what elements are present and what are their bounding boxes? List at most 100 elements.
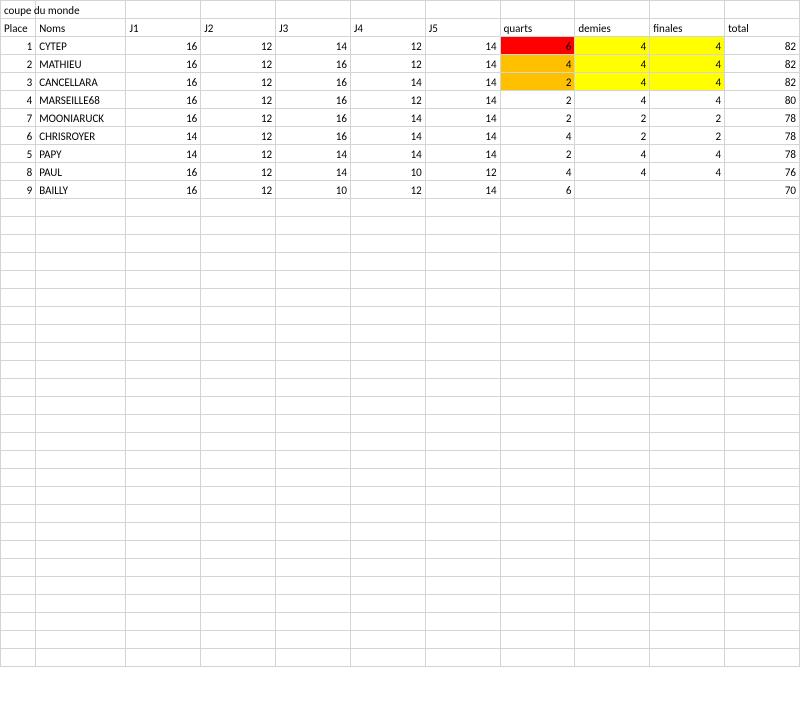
empty-cell[interactable] bbox=[36, 289, 126, 307]
cell-j1[interactable]: 16 bbox=[126, 109, 201, 127]
empty-cell[interactable] bbox=[126, 1, 201, 19]
empty-cell[interactable] bbox=[276, 235, 351, 253]
empty-cell[interactable] bbox=[276, 379, 351, 397]
empty-cell[interactable] bbox=[36, 577, 126, 595]
header-j2[interactable]: J2 bbox=[201, 19, 276, 37]
empty-cell[interactable] bbox=[36, 397, 126, 415]
cell-finales[interactable] bbox=[650, 181, 725, 199]
empty-cell[interactable] bbox=[1, 217, 36, 235]
empty-cell[interactable] bbox=[650, 235, 725, 253]
header-noms[interactable]: Noms bbox=[36, 19, 126, 37]
cell-j4[interactable]: 12 bbox=[350, 37, 425, 55]
cell-j3[interactable]: 16 bbox=[276, 127, 351, 145]
empty-cell[interactable] bbox=[1, 415, 36, 433]
cell-j2[interactable]: 12 bbox=[201, 127, 276, 145]
empty-cell[interactable] bbox=[36, 235, 126, 253]
cell-j3[interactable]: 16 bbox=[276, 91, 351, 109]
empty-cell[interactable] bbox=[1, 523, 36, 541]
cell-j4[interactable]: 14 bbox=[350, 109, 425, 127]
empty-cell[interactable] bbox=[276, 199, 351, 217]
cell-finales[interactable]: 4 bbox=[650, 145, 725, 163]
empty-cell[interactable] bbox=[500, 325, 575, 343]
empty-cell[interactable] bbox=[425, 631, 500, 649]
empty-cell[interactable] bbox=[425, 577, 500, 595]
cell-quarts[interactable]: 2 bbox=[500, 109, 575, 127]
empty-cell[interactable] bbox=[276, 451, 351, 469]
empty-cell[interactable] bbox=[425, 271, 500, 289]
empty-cell[interactable] bbox=[500, 1, 575, 19]
empty-cell[interactable] bbox=[425, 325, 500, 343]
empty-cell[interactable] bbox=[725, 343, 800, 361]
cell-j1[interactable]: 16 bbox=[126, 91, 201, 109]
empty-cell[interactable] bbox=[575, 577, 650, 595]
empty-cell[interactable] bbox=[201, 397, 276, 415]
cell-demies[interactable]: 2 bbox=[575, 127, 650, 145]
empty-cell[interactable] bbox=[1, 505, 36, 523]
empty-cell[interactable] bbox=[126, 523, 201, 541]
cell-j1[interactable]: 16 bbox=[126, 163, 201, 181]
empty-cell[interactable] bbox=[350, 271, 425, 289]
empty-cell[interactable] bbox=[276, 595, 351, 613]
cell-j4[interactable]: 12 bbox=[350, 181, 425, 199]
empty-cell[interactable] bbox=[126, 541, 201, 559]
empty-cell[interactable] bbox=[575, 361, 650, 379]
empty-cell[interactable] bbox=[126, 613, 201, 631]
empty-cell[interactable] bbox=[575, 253, 650, 271]
header-j1[interactable]: J1 bbox=[126, 19, 201, 37]
cell-j3[interactable]: 16 bbox=[276, 73, 351, 91]
empty-cell[interactable] bbox=[36, 469, 126, 487]
empty-cell[interactable] bbox=[1, 487, 36, 505]
cell-quarts[interactable]: 4 bbox=[500, 127, 575, 145]
cell-j5[interactable]: 14 bbox=[425, 127, 500, 145]
cell-finales[interactable]: 2 bbox=[650, 109, 725, 127]
empty-cell[interactable] bbox=[575, 199, 650, 217]
empty-cell[interactable] bbox=[575, 397, 650, 415]
empty-cell[interactable] bbox=[725, 595, 800, 613]
cell-demies[interactable]: 4 bbox=[575, 91, 650, 109]
empty-cell[interactable] bbox=[126, 433, 201, 451]
cell-nom[interactable]: BAILLY bbox=[36, 181, 126, 199]
empty-cell[interactable] bbox=[276, 613, 351, 631]
cell-j4[interactable]: 10 bbox=[350, 163, 425, 181]
empty-cell[interactable] bbox=[650, 559, 725, 577]
empty-cell[interactable] bbox=[276, 325, 351, 343]
empty-cell[interactable] bbox=[500, 559, 575, 577]
empty-cell[interactable] bbox=[201, 523, 276, 541]
cell-j2[interactable]: 12 bbox=[201, 91, 276, 109]
empty-cell[interactable] bbox=[36, 523, 126, 541]
empty-cell[interactable] bbox=[725, 199, 800, 217]
header-place[interactable]: Place bbox=[1, 19, 36, 37]
empty-cell[interactable] bbox=[1, 397, 36, 415]
empty-cell[interactable] bbox=[201, 289, 276, 307]
empty-cell[interactable] bbox=[650, 307, 725, 325]
empty-cell[interactable] bbox=[425, 649, 500, 667]
cell-total[interactable]: 78 bbox=[725, 127, 800, 145]
empty-cell[interactable] bbox=[500, 289, 575, 307]
empty-cell[interactable] bbox=[201, 325, 276, 343]
cell-finales[interactable]: 4 bbox=[650, 55, 725, 73]
empty-cell[interactable] bbox=[650, 199, 725, 217]
empty-cell[interactable] bbox=[36, 307, 126, 325]
cell-j5[interactable]: 14 bbox=[425, 91, 500, 109]
cell-quarts[interactable]: 4 bbox=[500, 163, 575, 181]
cell-place[interactable]: 3 bbox=[1, 73, 36, 91]
empty-cell[interactable] bbox=[500, 433, 575, 451]
empty-cell[interactable] bbox=[575, 541, 650, 559]
cell-j1[interactable]: 16 bbox=[126, 73, 201, 91]
empty-cell[interactable] bbox=[575, 649, 650, 667]
cell-j4[interactable]: 14 bbox=[350, 127, 425, 145]
empty-cell[interactable] bbox=[425, 523, 500, 541]
cell-demies[interactable]: 2 bbox=[575, 109, 650, 127]
cell-total[interactable]: 82 bbox=[725, 73, 800, 91]
cell-j3[interactable]: 14 bbox=[276, 163, 351, 181]
empty-cell[interactable] bbox=[1, 469, 36, 487]
cell-finales[interactable]: 4 bbox=[650, 91, 725, 109]
empty-cell[interactable] bbox=[36, 559, 126, 577]
empty-cell[interactable] bbox=[650, 505, 725, 523]
empty-cell[interactable] bbox=[201, 271, 276, 289]
empty-cell[interactable] bbox=[725, 433, 800, 451]
empty-cell[interactable] bbox=[725, 361, 800, 379]
empty-cell[interactable] bbox=[500, 541, 575, 559]
empty-cell[interactable] bbox=[276, 415, 351, 433]
empty-cell[interactable] bbox=[725, 469, 800, 487]
